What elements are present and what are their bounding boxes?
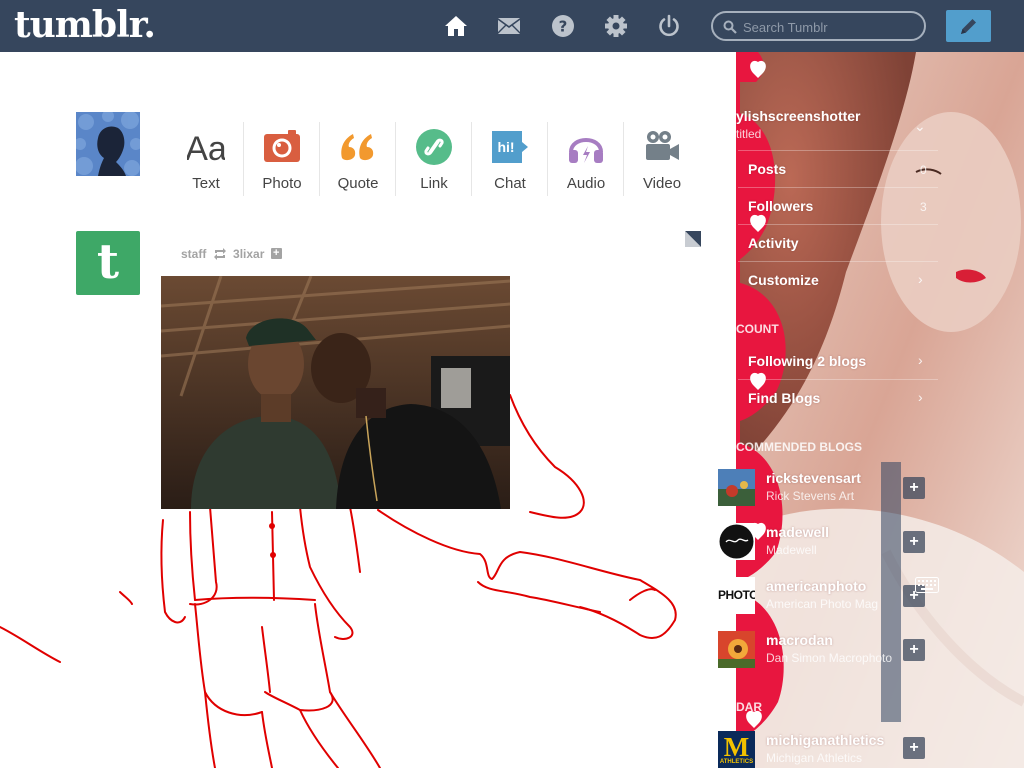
sidebar-item-posts[interactable]: Posts bbox=[748, 161, 786, 177]
sidebar-item-customize[interactable]: Customize bbox=[748, 272, 819, 288]
camera-icon bbox=[264, 130, 300, 162]
recommended-blog-name[interactable]: madewell bbox=[766, 524, 829, 540]
photo-two-men-image bbox=[161, 276, 510, 509]
blog-subtitle: titled bbox=[736, 127, 762, 141]
recommended-blog-avatar[interactable] bbox=[718, 631, 755, 668]
post-type-label: Text bbox=[192, 175, 220, 192]
post-type-link[interactable]: Link bbox=[396, 122, 472, 198]
americanphoto-thumbnail-text: PHOTO bbox=[718, 588, 755, 602]
post-author-link[interactable]: staff bbox=[181, 247, 206, 261]
chevron-right-icon: › bbox=[918, 352, 923, 368]
sidebar-item-activity[interactable]: Activity bbox=[748, 235, 799, 251]
divider bbox=[738, 379, 938, 380]
account-section-header: COUNT bbox=[736, 322, 779, 336]
link-icon bbox=[416, 129, 452, 165]
recommended-section-header: COMMENDED BLOGS bbox=[736, 440, 862, 454]
divider bbox=[738, 187, 938, 188]
chat-icon: hi! bbox=[492, 131, 528, 163]
video-camera-icon bbox=[646, 131, 679, 160]
macrodan-thumbnail bbox=[718, 631, 755, 668]
quote-icon bbox=[341, 134, 374, 161]
post-type-label: Chat bbox=[494, 175, 526, 192]
recommended-blog-subtitle: Madewell bbox=[766, 543, 817, 557]
sidebar-item-followers[interactable]: Followers bbox=[748, 198, 813, 214]
post-type-chat[interactable]: hi! Chat bbox=[472, 122, 548, 198]
chevron-right-icon: › bbox=[918, 389, 923, 405]
power-icon[interactable] bbox=[657, 14, 681, 38]
recommended-blog-name[interactable]: americanphoto bbox=[766, 578, 866, 594]
help-icon[interactable]: ? bbox=[551, 14, 575, 38]
recommended-blog-avatar[interactable]: PHOTO bbox=[718, 577, 755, 614]
radar-section-header: DAR bbox=[736, 700, 762, 714]
radar-blog-subtitle: Michigan Athletics bbox=[766, 751, 863, 765]
recommended-blog-subtitle: Rick Stevens Art bbox=[766, 489, 855, 503]
svg-text:Aa: Aa bbox=[187, 130, 225, 166]
top-navigation-bar: tumblr. ? bbox=[0, 0, 1024, 52]
radar-blog-avatar[interactable]: M ATHLETICS bbox=[718, 731, 755, 768]
follow-recommended-button[interactable]: + bbox=[903, 639, 925, 661]
chevron-down-icon[interactable]: ⌄ bbox=[914, 118, 926, 135]
compose-button[interactable] bbox=[946, 10, 991, 42]
reblog-icon bbox=[213, 247, 226, 260]
post-photo[interactable] bbox=[161, 276, 510, 509]
post-author-avatar[interactable]: t bbox=[76, 231, 140, 295]
sidebar-item-following[interactable]: Following 2 blogs bbox=[748, 353, 866, 369]
post-type-label: Video bbox=[642, 175, 682, 192]
recommended-blog-subtitle: Dan Simon Macrophoto bbox=[766, 651, 893, 665]
post-type-photo[interactable]: Photo bbox=[244, 122, 320, 198]
avatar-silhouette-icon bbox=[76, 112, 140, 176]
text-icon: Aa bbox=[187, 130, 225, 166]
blog-name[interactable]: ylishscreenshotter bbox=[736, 108, 861, 124]
recommended-blog-name[interactable]: macrodan bbox=[766, 632, 833, 648]
post-type-label: Photo bbox=[262, 175, 302, 192]
divider bbox=[738, 224, 938, 225]
svg-text:?: ? bbox=[559, 18, 568, 36]
rickstevensart-thumbnail bbox=[718, 469, 755, 506]
post-type-text[interactable]: Aa Text bbox=[168, 122, 244, 198]
divider bbox=[738, 150, 938, 151]
divider bbox=[738, 261, 938, 262]
recommended-blog-name[interactable]: rickstevensart bbox=[766, 470, 861, 486]
follow-recommended-button[interactable]: + bbox=[903, 531, 925, 553]
headphones-icon bbox=[569, 138, 603, 163]
michigan-logo-caption: ATHLETICS bbox=[719, 759, 754, 765]
post-type-audio[interactable]: Audio bbox=[548, 122, 624, 198]
sidebar-item-find-blogs[interactable]: Find Blogs bbox=[748, 390, 820, 406]
recommended-blog-avatar[interactable] bbox=[718, 469, 755, 506]
posts-count: 0 bbox=[920, 163, 927, 177]
post-type-label: Quote bbox=[337, 175, 379, 192]
chevron-right-icon: › bbox=[918, 271, 923, 287]
post-type-video[interactable]: Video bbox=[624, 122, 700, 198]
follow-recommended-button[interactable]: + bbox=[903, 477, 925, 499]
recommended-blog-subtitle: American Photo Mag bbox=[766, 597, 879, 611]
post-type-bar: Aa Text Photo Quote Link hi! Chat Audio … bbox=[168, 122, 700, 202]
post-corner-fold-icon[interactable] bbox=[685, 231, 701, 247]
tumblr-logo[interactable]: tumblr. bbox=[14, 4, 156, 46]
pencil-icon bbox=[961, 19, 976, 34]
user-avatar[interactable] bbox=[76, 112, 140, 176]
home-icon[interactable] bbox=[444, 14, 468, 38]
followers-count: 3 bbox=[920, 200, 927, 214]
post-type-label: Link bbox=[420, 175, 448, 192]
radar-blog-name[interactable]: michiganathletics bbox=[766, 732, 884, 748]
madewell-thumbnail bbox=[718, 523, 755, 560]
follow-plus-icon[interactable]: + bbox=[270, 248, 282, 260]
search-box[interactable] bbox=[711, 11, 926, 41]
follow-radar-button[interactable]: + bbox=[903, 737, 925, 759]
recommended-blog-avatar[interactable] bbox=[718, 523, 755, 560]
reblog-source-link[interactable]: 3lixar bbox=[233, 247, 264, 261]
avatar-letter: t bbox=[96, 234, 120, 290]
search-input[interactable] bbox=[743, 18, 913, 36]
gear-icon[interactable] bbox=[604, 14, 628, 38]
post-type-label: Audio bbox=[566, 175, 606, 192]
svg-text:hi!: hi! bbox=[497, 139, 514, 155]
post-type-quote[interactable]: Quote bbox=[320, 122, 396, 198]
mail-icon[interactable] bbox=[497, 14, 521, 38]
post-header: staff 3lixar + bbox=[181, 246, 282, 261]
search-icon bbox=[723, 20, 737, 34]
keyboard-icon bbox=[915, 577, 939, 593]
